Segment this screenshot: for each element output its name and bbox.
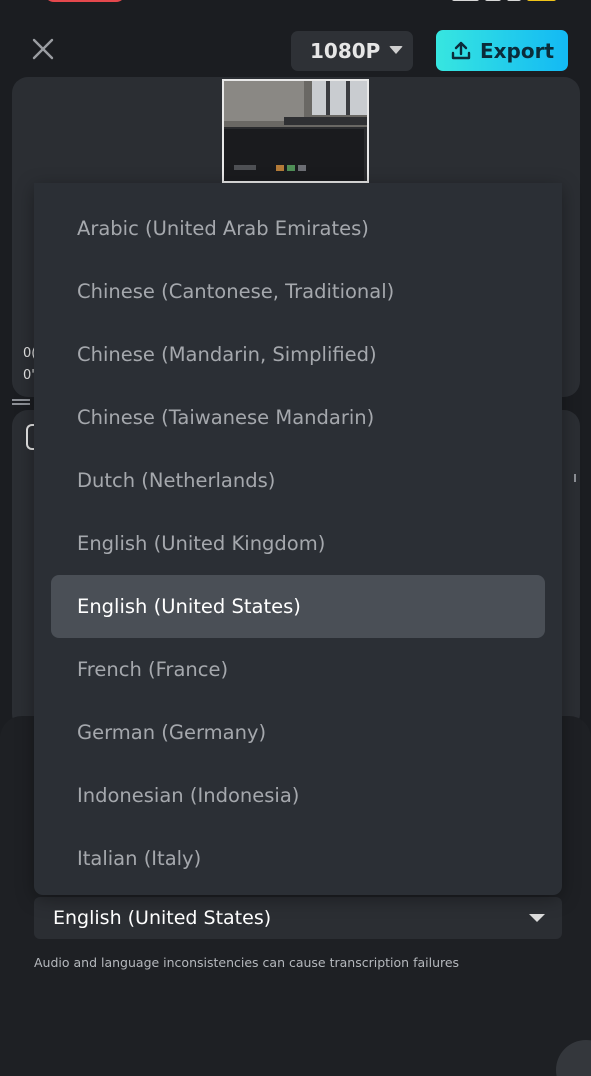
drag-handle-icon[interactable] [12,399,30,407]
language-option[interactable]: Arabic (United Arab Emirates) [34,197,562,260]
transcription-warning: Audio and language inconsistencies can c… [34,955,460,970]
upload-icon [451,41,471,59]
language-dropdown: Arabic (United Arab Emirates) Chinese (Ca… [34,183,562,895]
export-button[interactable]: Export [436,30,568,71]
language-option[interactable]: Indonesian (Indonesia) [34,764,562,827]
language-option[interactable]: French (France) [34,638,562,701]
language-option[interactable]: Chinese (Mandarin, Simplified) [34,323,562,386]
caret-down-icon [389,46,403,54]
language-select[interactable]: English (United States) [34,897,562,939]
language-option[interactable]: English (United States) [51,575,545,638]
timeline-marker [574,474,576,482]
language-option[interactable]: Dutch (Netherlands) [34,449,562,512]
language-option[interactable]: Chinese (Taiwanese Mandarin) [34,386,562,449]
language-option[interactable]: English (United Kingdom) [34,512,562,575]
language-option[interactable]: Italian (Italy) [34,827,562,890]
resolution-label: 1080P [310,39,381,63]
export-screen: 1080P Export 0( 0' English (United State… [0,0,591,1076]
status-bar-icons [452,0,556,2]
resolution-select[interactable]: 1080P [291,31,413,71]
language-option[interactable]: Chinese (Cantonese, Traditional) [34,260,562,323]
language-option[interactable]: German (Germany) [34,701,562,764]
video-thumbnail[interactable] [222,79,369,183]
close-icon[interactable] [30,36,56,62]
status-recording-pill [44,0,126,2]
export-label: Export [479,38,555,63]
language-select-value: English (United States) [53,907,272,929]
caret-down-icon [529,914,545,922]
